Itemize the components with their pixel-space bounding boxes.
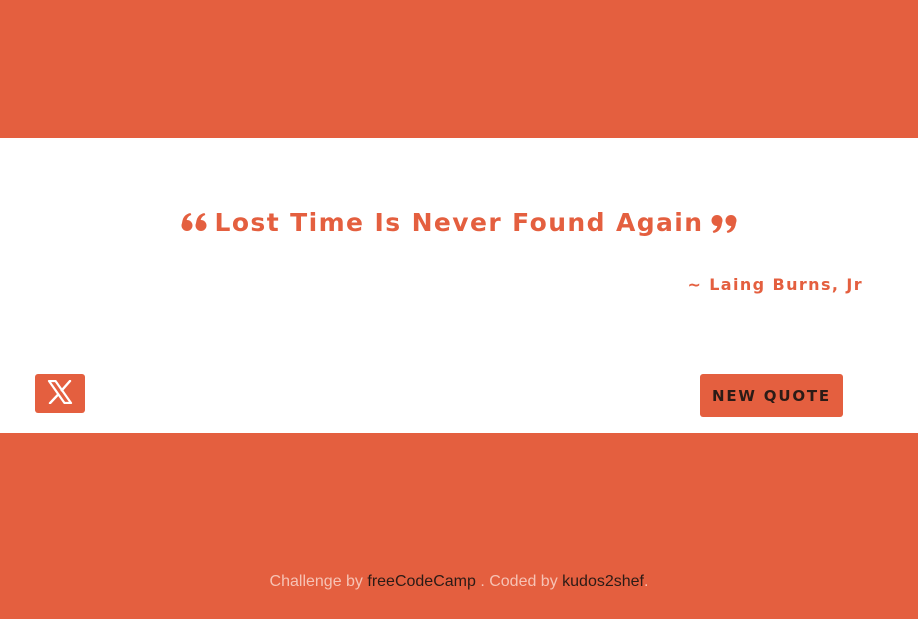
quote-box: Lost Time Is Never Found Again ~ Laing B… <box>0 138 918 433</box>
quote-author: ~ Laing Burns, Jr <box>687 275 863 294</box>
footer-prefix: Challenge by <box>269 573 368 590</box>
kudos2shef-link[interactable]: kudos2shef <box>562 573 644 590</box>
tweet-quote-button[interactable] <box>35 374 85 413</box>
new-quote-button[interactable]: NEW QUOTE <box>700 374 843 417</box>
quote-right-icon <box>711 212 737 234</box>
freecodecamp-link[interactable]: freeCodeCamp <box>367 573 476 590</box>
quote-text: Lost Time Is Never Found Again <box>214 208 704 237</box>
footer-middle: . Coded by <box>475 573 563 590</box>
quote-left-icon <box>181 212 207 234</box>
footer-credits: Challenge by freeCodeCamp . Coded by kud… <box>0 573 918 591</box>
quote-row: Lost Time Is Never Found Again <box>0 208 918 237</box>
footer-suffix: . <box>644 573 649 590</box>
page-background: Lost Time Is Never Found Again ~ Laing B… <box>0 0 918 619</box>
x-twitter-icon <box>47 379 73 408</box>
